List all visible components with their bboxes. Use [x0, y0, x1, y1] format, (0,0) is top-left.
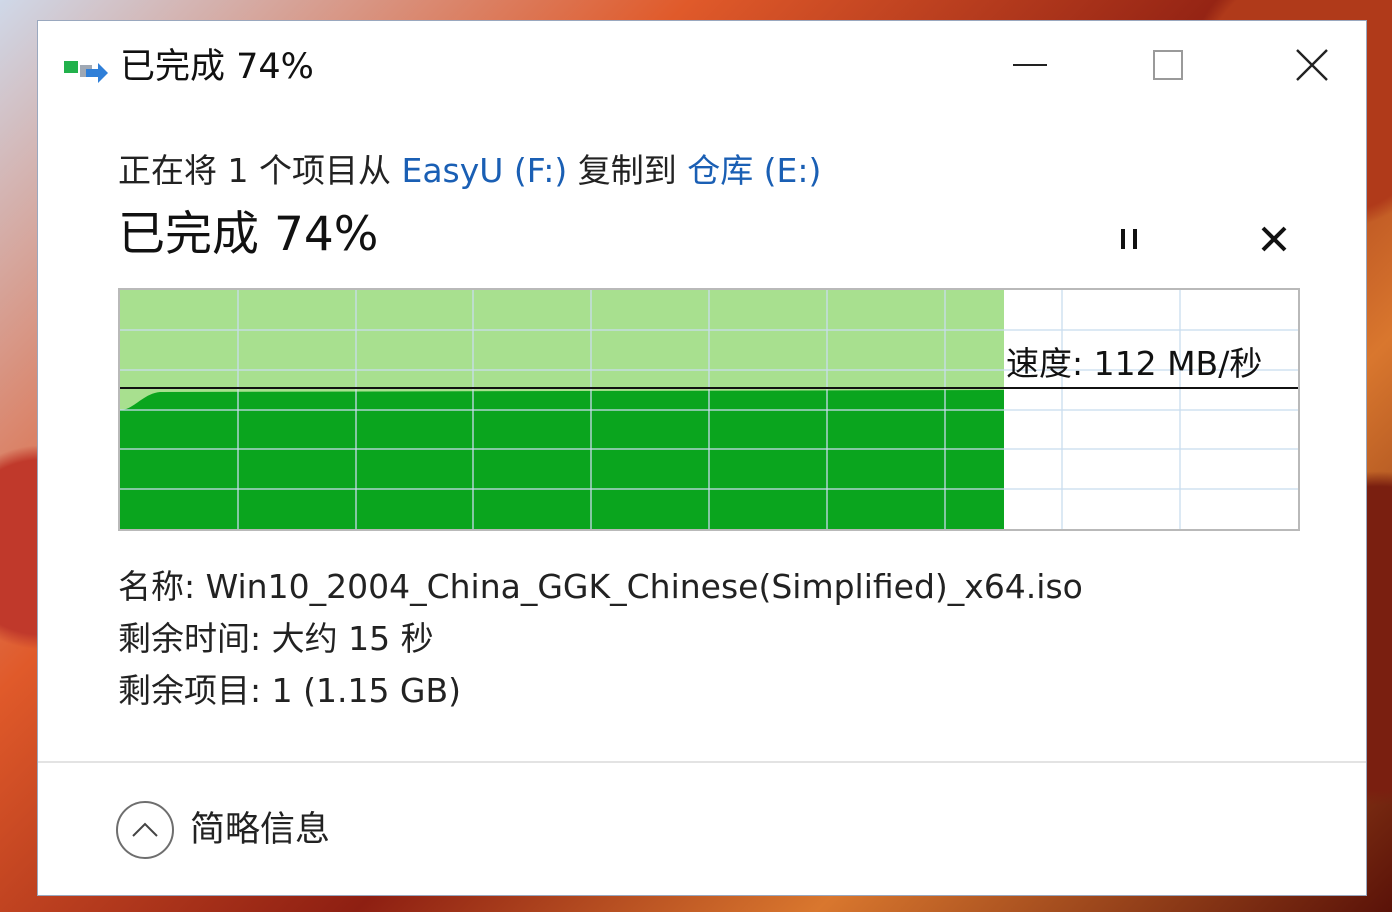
- speed-label: 速度: 112 MB/秒: [1006, 344, 1263, 383]
- copy-prefix: 正在将 1 个项目从: [118, 151, 402, 190]
- pause-icon: [1121, 229, 1137, 249]
- file-copy-dialog: 已完成 74% 正在将 1 个项目从 EasyU (F:) 复制到 仓库 (E:…: [37, 20, 1367, 896]
- fewer-details-button[interactable]: [116, 801, 174, 859]
- progress-percent-label: 已完成 74%: [118, 207, 379, 262]
- footer-divider: [38, 761, 1366, 763]
- cancel-button[interactable]: [1252, 219, 1296, 259]
- minimize-button[interactable]: [1000, 43, 1060, 87]
- time-remaining-label: 剩余时间: 大约 15 秒: [118, 619, 434, 658]
- speed-graph: 速度: 112 MB/秒: [118, 288, 1300, 531]
- close-window-button[interactable]: [1282, 43, 1342, 87]
- copy-description: 正在将 1 个项目从 EasyU (F:) 复制到 仓库 (E:): [118, 147, 821, 195]
- speed-graph-canvas: [120, 290, 1298, 529]
- chevron-up-icon: [132, 822, 158, 837]
- cancel-icon: [1261, 226, 1287, 252]
- source-location-link[interactable]: EasyU (F:): [401, 151, 567, 190]
- maximize-button[interactable]: [1138, 43, 1198, 87]
- speed-area: [120, 390, 1004, 529]
- copy-middle: 复制到: [567, 151, 688, 190]
- minimize-icon: [1013, 64, 1047, 66]
- file-name-label: 名称: Win10_2004_China_GGK_Chinese(Simplif…: [118, 567, 1083, 606]
- maximize-icon: [1153, 50, 1183, 80]
- fewer-details-label[interactable]: 简略信息: [190, 807, 330, 853]
- copy-transfer-icon: [64, 57, 108, 87]
- title-bar: 已完成 74%: [38, 21, 1366, 111]
- destination-location-link[interactable]: 仓库 (E:): [687, 151, 821, 190]
- window-title: 已完成 74%: [120, 47, 314, 87]
- close-icon: [1296, 49, 1328, 81]
- pause-button[interactable]: [1108, 219, 1152, 259]
- items-remaining-label: 剩余项目: 1 (1.15 GB): [118, 671, 462, 710]
